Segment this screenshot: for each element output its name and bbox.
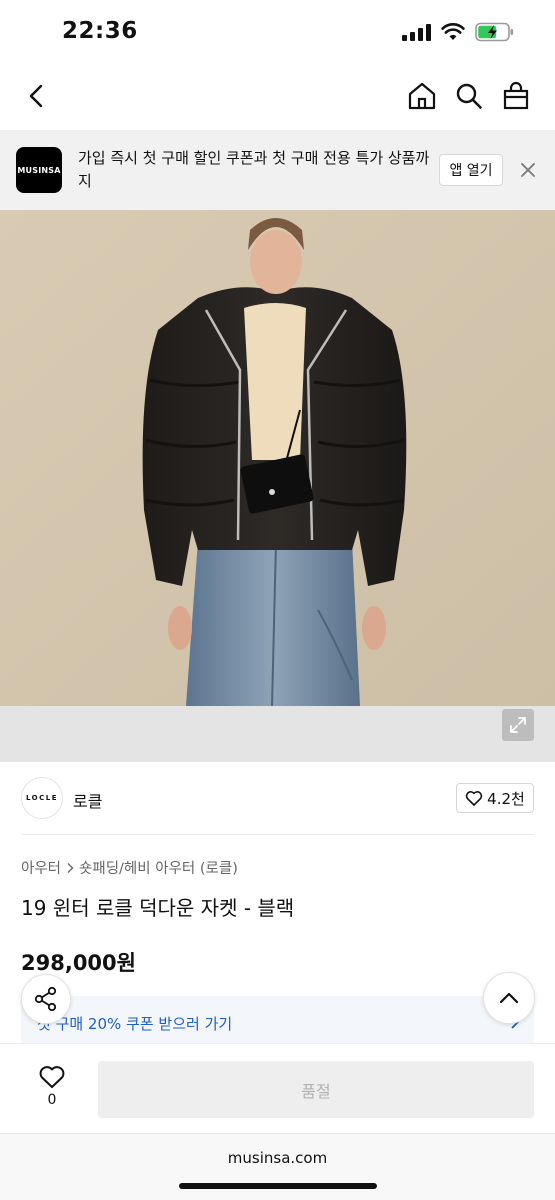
product-photo	[0, 210, 555, 762]
scroll-top-button[interactable]	[483, 972, 535, 1024]
share-button[interactable]	[21, 974, 71, 1024]
sold-out-button[interactable]: 품절	[98, 1061, 534, 1118]
home-button[interactable]	[402, 76, 442, 116]
coupon-text: 첫 구매 20% 쿠폰 받으러 가기	[37, 1015, 233, 1033]
expand-image-button[interactable]	[502, 709, 534, 741]
chevron-left-icon	[29, 84, 43, 108]
battery-charging-icon	[475, 22, 514, 42]
cellular-signal-icon	[402, 23, 431, 41]
breadcrumb-item[interactable]: 숏패딩/헤비 아우터 (로클)	[79, 857, 238, 878]
coupon-banner[interactable]: 첫 구매 20% 쿠폰 받으러 가기	[21, 996, 534, 1048]
product-title: 19 윈터 로클 덕다운 자켓 - 블랙	[21, 896, 295, 920]
wifi-icon	[441, 23, 465, 40]
status-icons	[402, 22, 515, 42]
cart-button[interactable]	[496, 76, 536, 116]
heart-icon	[39, 1066, 65, 1088]
breadcrumb-item[interactable]: 아우터	[21, 857, 61, 878]
share-icon	[34, 986, 57, 1012]
chevron-right-icon	[67, 862, 74, 873]
close-icon[interactable]	[516, 158, 540, 182]
home-indicator	[179, 1183, 377, 1189]
brand-like-button[interactable]: 4.2천	[456, 783, 534, 813]
wishlist-button[interactable]: 0	[28, 1064, 76, 1116]
shopping-bag-icon	[503, 81, 529, 110]
search-button[interactable]	[449, 76, 489, 116]
brand-name[interactable]: 로클	[73, 788, 102, 812]
heart-icon	[465, 791, 483, 806]
wishlist-count: 0	[47, 1092, 57, 1108]
brand-like-count: 4.2천	[487, 789, 525, 808]
status-time: 22:36	[62, 18, 138, 44]
app-install-banner: MUSINSA 가입 즉시 첫 구매 할인 쿠폰과 첫 구매 전용 특가 상품까…	[0, 130, 555, 210]
back-button[interactable]	[17, 76, 57, 116]
brand-row: LOCLE 로클 4.2천	[0, 762, 555, 834]
url-text[interactable]: musinsa.com	[0, 1149, 555, 1167]
search-icon	[456, 83, 482, 109]
banner-message: 가입 즉시 첫 구매 할인 쿠폰과 첫 구매 전용 특가 상품까지	[78, 149, 430, 190]
expand-icon	[510, 717, 526, 733]
chevron-up-icon	[499, 992, 519, 1004]
product-image[interactable]	[0, 210, 555, 762]
open-app-button[interactable]: 앱 열기	[439, 154, 503, 186]
home-icon	[408, 82, 436, 110]
musinsa-logo: MUSINSA	[16, 147, 62, 193]
divider	[21, 834, 534, 835]
breadcrumb: 아우터 숏패딩/헤비 아우터 (로클)	[21, 857, 238, 878]
product-price: 298,000원	[21, 951, 136, 975]
brand-logo[interactable]: LOCLE	[21, 777, 63, 819]
browser-url-bar: musinsa.com	[0, 1133, 555, 1200]
navigation-bar	[0, 62, 555, 130]
status-bar: 22:36	[0, 0, 555, 62]
bottom-action-bar: 0 품절	[0, 1043, 555, 1133]
